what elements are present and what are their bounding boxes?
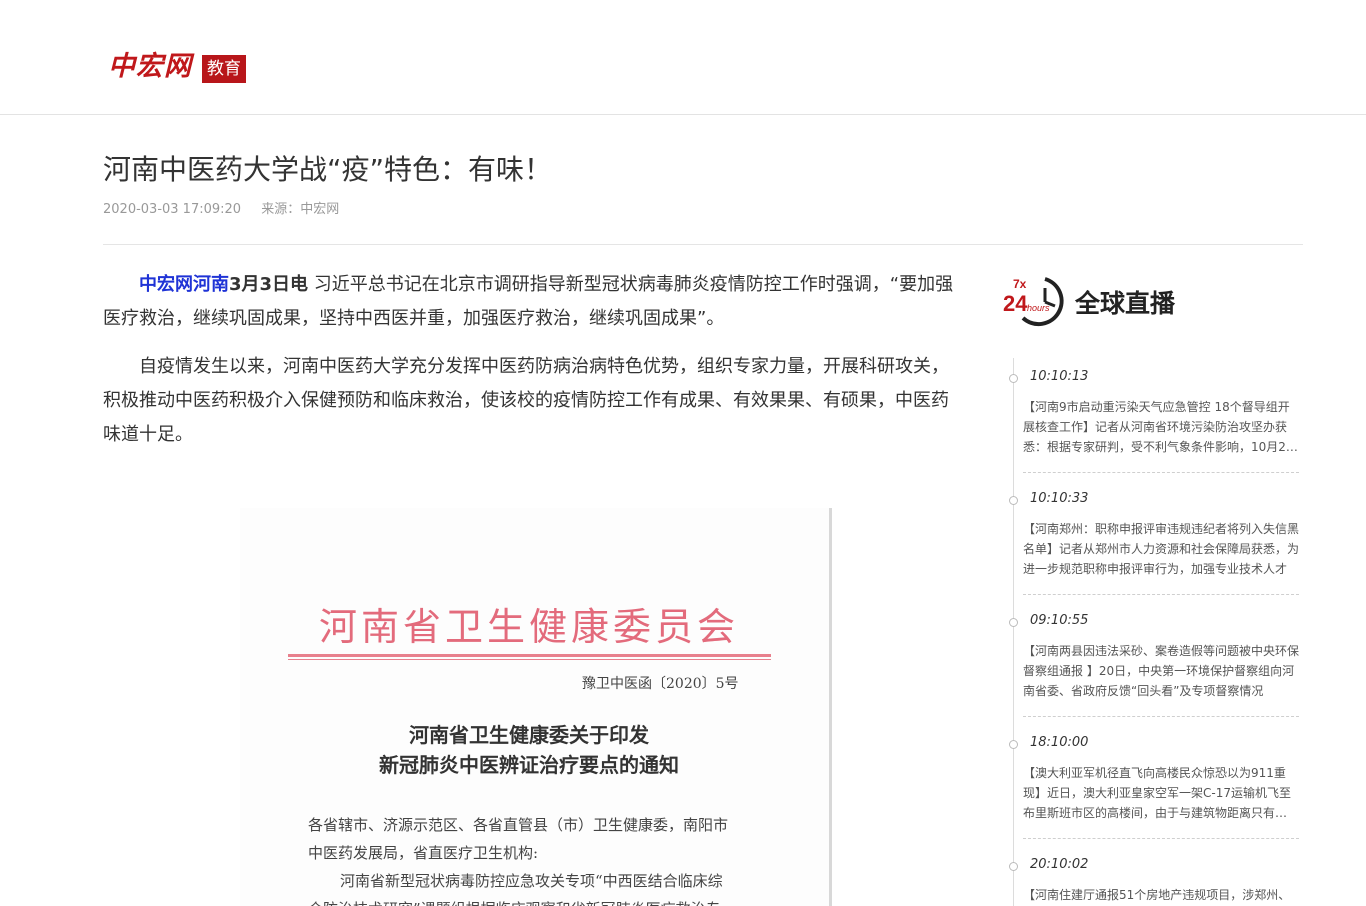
- news-link[interactable]: 【河南9市启动重污染天气应急管控 18个督导组开展核查工作】记者从河南省环境污染…: [1023, 397, 1299, 457]
- timeline-dot-icon: [1009, 740, 1018, 749]
- live-icon-big: 24: [1003, 291, 1028, 316]
- news-link[interactable]: 【河南郑州：职称申报评审违规违纪者将列入失信黑名单】记者从郑州市人力资源和社会保…: [1023, 519, 1299, 579]
- news-separator: [1023, 716, 1299, 717]
- dateline-date: 3月3日电: [229, 274, 309, 295]
- live-icon-top: 7x: [1013, 277, 1027, 291]
- document-text-line: 中医药发展局，省直医疗卫生机构:: [308, 844, 539, 862]
- timeline-dot-icon: [1009, 618, 1018, 627]
- article-datetime: 2020-03-03 17:09:20: [103, 202, 242, 217]
- news-time: 18:10:00: [1030, 735, 1089, 750]
- article-paragraph: 自疫情发生以来，河南中医药大学充分发挥中医药防病治病特色优势，组织专家力量，开展…: [103, 356, 949, 445]
- article-source: 来源：中宏网: [261, 202, 340, 217]
- document-fold-shadow: [829, 508, 832, 906]
- dateline-source: 中宏网河南: [139, 274, 229, 295]
- document-title-line: 新冠肺炎中医辨证治疗要点的通知: [379, 753, 679, 777]
- document-text-line: 合防治技术研究”课题组根据临床观察和省新冠肺炎医疗救治专: [308, 898, 721, 906]
- live-feed-header: 7x 24 hours 全球直播: [1003, 275, 1175, 329]
- news-link[interactable]: 【河南住建厅通报51个房地产违规项目，涉郑州、: [1023, 885, 1299, 905]
- document-title: 河南省卫生健康委关于印发 新冠肺炎中医辨证治疗要点的通知: [240, 720, 818, 780]
- timeline-dot-icon: [1009, 862, 1018, 871]
- live-feed-title: 全球直播: [1075, 289, 1176, 318]
- site-logo[interactable]: 中宏网 教育: [108, 50, 246, 84]
- timeline-dot-icon: [1009, 496, 1018, 505]
- document-number: 豫卫中医函〔2020〕5号: [582, 676, 739, 692]
- logo-text: 中宏网: [108, 51, 192, 82]
- document-red-rule: [288, 654, 771, 657]
- news-separator: [1023, 594, 1299, 595]
- document-text-line: 各省辖市、济源示范区、各省直管县（市）卫生健康委，南阳市: [308, 816, 729, 834]
- document-red-rule-thin: [288, 659, 771, 660]
- article-body: 中宏网河南3月3日电 习近平总书记在北京市调研指导新型冠状病毒肺炎疫情防控工作时…: [103, 268, 965, 466]
- title-divider: [103, 244, 1303, 245]
- timeline-dot-icon: [1009, 374, 1018, 383]
- document-text-line: 河南省新型冠状病毒防控应急攻关专项“中西医结合临床综: [340, 872, 723, 890]
- live-icon-small: hours: [1027, 303, 1050, 313]
- document-org-name: 河南省卫生健康委员会: [318, 605, 739, 649]
- timeline-line: [1013, 358, 1014, 906]
- news-time: 10:10:33: [1030, 491, 1089, 506]
- news-separator: [1023, 472, 1299, 473]
- document-image: 河南省卫生健康委员会 豫卫中医函〔2020〕5号 河南省卫生健康委关于印发 新冠…: [240, 508, 832, 906]
- article-meta: 2020-03-03 17:09:20 来源：中宏网: [103, 198, 339, 217]
- article-paragraph: 中宏网河南3月3日电 习近平总书记在北京市调研指导新型冠状病毒肺炎疫情防控工作时…: [103, 268, 965, 336]
- document-title-line: 河南省卫生健康委关于印发: [409, 723, 649, 747]
- channel-badge[interactable]: 教育: [202, 55, 246, 83]
- news-link[interactable]: 【澳大利亚军机径直飞向高楼民众惊恐以为911重现】近日，澳大利亚皇家空军一架C-…: [1023, 763, 1299, 823]
- article-title: 河南中医药大学战“疫”特色：有味！: [103, 153, 553, 186]
- news-separator: [1023, 838, 1299, 839]
- clock-24h-icon: 7x 24 hours: [1003, 275, 1069, 329]
- site-header: 中宏网 教育: [0, 0, 1366, 115]
- news-time: 20:10:02: [1030, 857, 1089, 872]
- news-time: 09:10:55: [1030, 613, 1089, 628]
- news-link[interactable]: 【河南两县因违法采砂、案卷造假等问题被中央环保督察组通报 】20日，中央第一环境…: [1023, 641, 1299, 701]
- news-time: 10:10:13: [1030, 369, 1089, 384]
- live-news-timeline: 10:10:13 【河南9市启动重污染天气应急管控 18个督导组开展核查工作】记…: [1009, 358, 1303, 906]
